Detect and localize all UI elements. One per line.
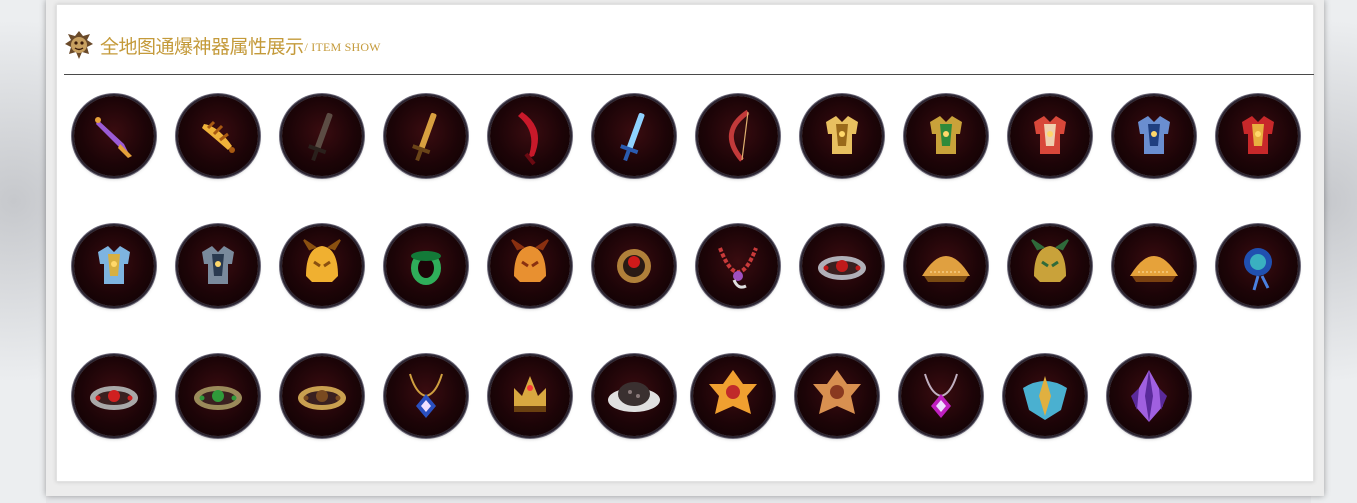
golden-armor-icon-graphic: [826, 116, 858, 154]
ruby-ring-icon-graphic: [617, 249, 651, 283]
crimson-armor-icon-graphic: [1242, 116, 1274, 154]
bronze-bracelet-icon[interactable]: [282, 356, 362, 436]
phoenix-crest-icon[interactable]: [693, 356, 773, 436]
sapphire-amulet-icon-graphic: [1244, 248, 1272, 291]
section-header: 全地图通爆神器属性展示 / ITEM SHOW: [64, 26, 1304, 64]
phoenix-crest-icon-graphic: [709, 370, 757, 414]
ice-sword-icon-graphic: [620, 112, 645, 162]
ice-sword-icon[interactable]: [594, 96, 674, 176]
sapphire-pendant-icon-graphic: [409, 373, 443, 418]
purple-dagger-icon-graphic: [95, 117, 132, 158]
azure-armor-icon[interactable]: [74, 226, 154, 306]
violet-pendant-icon-graphic: [924, 373, 958, 418]
golden-helmet-icon-graphic: [303, 239, 341, 282]
jade-armor-icon[interactable]: [906, 96, 986, 176]
amethyst-crystal-icon-graphic: [1131, 370, 1167, 422]
flame-crest-icon[interactable]: [797, 356, 877, 436]
bronze-bracelet-icon-graphic: [298, 386, 346, 410]
ruby-ring-icon[interactable]: [594, 226, 674, 306]
steel-armor-icon[interactable]: [178, 226, 258, 306]
ruby-bracelet-icon-graphic: [90, 386, 138, 410]
azure-armor-icon-graphic: [98, 246, 130, 284]
golden-crown-icon-graphic: [514, 376, 546, 412]
amethyst-crystal-icon[interactable]: [1109, 356, 1189, 436]
golden-armor-icon[interactable]: [802, 96, 882, 176]
golden-helmet-icon[interactable]: [282, 226, 362, 306]
item-grid: [74, 96, 1314, 456]
section-title: 全地图通爆神器属性展示: [100, 35, 304, 58]
ruby-bracelet-icon[interactable]: [74, 356, 154, 436]
silver-bracelet-icon-graphic: [818, 256, 866, 280]
violet-pendant-icon[interactable]: [901, 356, 981, 436]
bronze-dome-icon[interactable]: [1114, 226, 1194, 306]
golden-sword-icon-graphic: [412, 112, 437, 162]
blue-armor-icon-graphic: [1138, 116, 1170, 154]
golden-blade-icon-graphic: [202, 120, 235, 153]
jade-armor-icon-graphic: [930, 116, 962, 154]
crimson-blade-icon[interactable]: [490, 96, 570, 176]
emerald-belt-icon-graphic: [1031, 239, 1069, 282]
onyx-disc-icon[interactable]: [594, 356, 674, 436]
jade-ring-icon-graphic: [411, 251, 441, 285]
item-show-panel: 全地图通爆神器属性展示 / ITEM SHOW: [46, 0, 1324, 496]
golden-crown-icon[interactable]: [490, 356, 570, 436]
flame-crest-icon-graphic: [813, 370, 861, 414]
golden-boots-icon[interactable]: [906, 226, 986, 306]
blue-armor-icon[interactable]: [1114, 96, 1194, 176]
background-left: [0, 0, 46, 503]
red-bow-icon-graphic: [728, 109, 750, 162]
amethyst-necklace-icon-graphic: [718, 247, 758, 289]
flame-helmet-icon-graphic: [511, 239, 549, 282]
jade-bracelet-icon[interactable]: [178, 356, 258, 436]
golden-sword-icon[interactable]: [386, 96, 466, 176]
section-subtitle: / ITEM SHOW: [304, 40, 381, 54]
demon-mask-icon: [64, 30, 94, 60]
sky-emblem-icon-graphic: [1023, 376, 1067, 420]
golden-blade-icon[interactable]: [178, 96, 258, 176]
purple-dagger-icon[interactable]: [74, 96, 154, 176]
sky-emblem-icon[interactable]: [1005, 356, 1085, 436]
dark-greatsword-icon-graphic: [308, 112, 333, 162]
panel-inner: 全地图通爆神器属性展示 / ITEM SHOW: [56, 4, 1314, 482]
jade-ring-icon[interactable]: [386, 226, 466, 306]
jade-bracelet-icon-graphic: [194, 386, 242, 410]
header-divider: [64, 74, 1314, 75]
bronze-dome-icon-graphic: [1130, 256, 1178, 282]
onyx-disc-icon-graphic: [608, 382, 660, 412]
red-robe-icon-graphic: [1034, 116, 1066, 154]
steel-armor-icon-graphic: [202, 246, 234, 284]
silver-bracelet-icon[interactable]: [802, 226, 882, 306]
sapphire-pendant-icon[interactable]: [386, 356, 466, 436]
flame-helmet-icon[interactable]: [490, 226, 570, 306]
crimson-armor-icon[interactable]: [1218, 96, 1298, 176]
sapphire-amulet-icon[interactable]: [1218, 226, 1298, 306]
red-bow-icon[interactable]: [698, 96, 778, 176]
emerald-belt-icon[interactable]: [1010, 226, 1090, 306]
golden-boots-icon-graphic: [922, 256, 970, 282]
amethyst-necklace-icon[interactable]: [698, 226, 778, 306]
dark-greatsword-icon[interactable]: [282, 96, 362, 176]
crimson-blade-icon-graphic: [518, 112, 538, 166]
red-robe-icon[interactable]: [1010, 96, 1090, 176]
